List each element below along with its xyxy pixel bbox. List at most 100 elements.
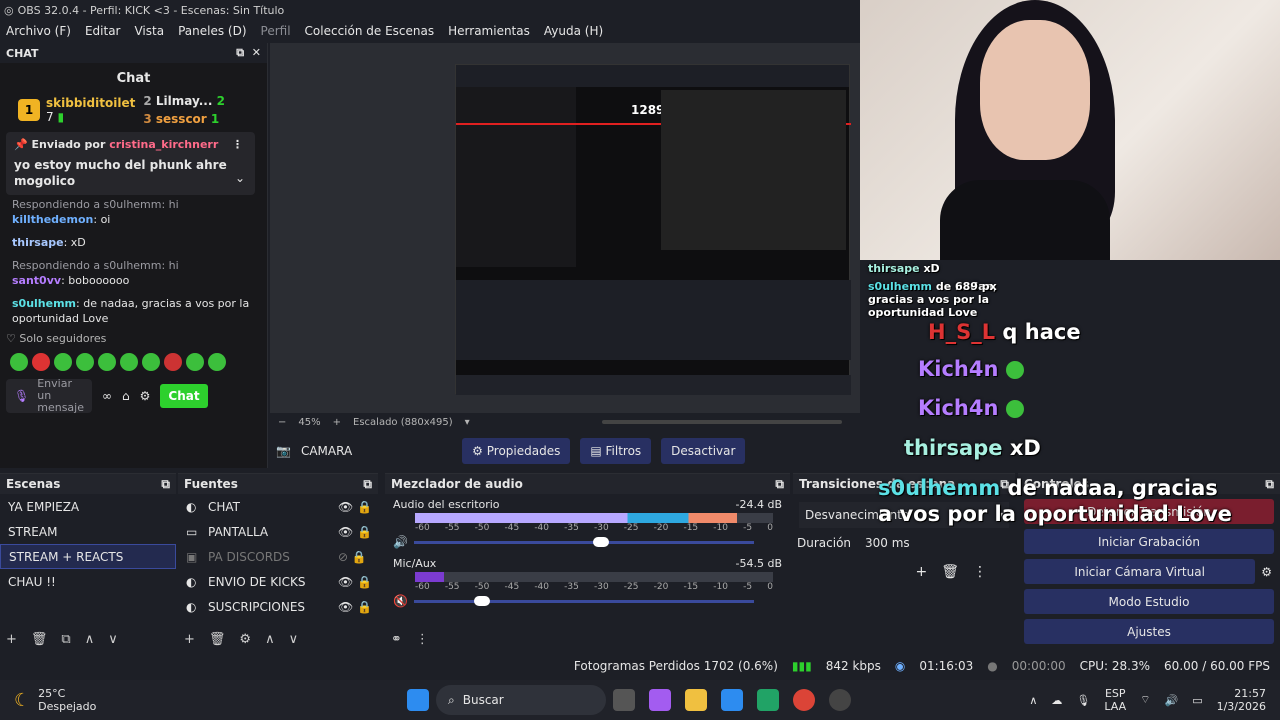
chevron-down-icon[interactable]: ▾ [465,417,470,428]
up-icon[interactable]: ∧ [85,632,95,647]
menu-paneles[interactable]: Paneles (D) [178,24,246,38]
filter-icon[interactable]: ⧉ [61,632,70,647]
add-icon[interactable]: + [184,632,195,647]
chat-user[interactable]: sant0vv [12,274,61,287]
clock[interactable]: 21:57 1/3/2026 [1217,687,1266,713]
trash-icon[interactable]: 🗑 [31,632,48,647]
source-item[interactable]: ▭ PANTALLA 👁 🔒 [178,519,378,544]
menu-perfil[interactable]: Perfil [261,24,291,38]
emote-icon[interactable] [208,353,226,371]
eye-icon[interactable]: 👁 🔒 [338,500,378,514]
emote-icon[interactable] [32,353,50,371]
menu-herramientas[interactable]: Herramientas [448,24,530,38]
volume-icon[interactable]: 🔊 [1164,694,1178,707]
menu-editar[interactable]: Editar [85,24,121,38]
add-icon[interactable]: + [915,564,927,580]
gear-icon[interactable]: ⚙ [1261,565,1272,579]
pinned-by-user[interactable]: cristina_kirchnerr [109,138,218,151]
link-icon[interactable]: ⚭ [391,632,402,647]
eye-hidden-icon[interactable]: ⊘ 🔒 [338,550,378,564]
eye-icon[interactable]: 👁 🔒 [338,600,378,614]
emote-icon[interactable] [10,353,28,371]
chat-user[interactable]: killthedemon [12,213,93,226]
source-item[interactable]: ◐ ENVIO DE KICKS 👁 🔒 [178,569,378,594]
wifi-icon[interactable]: ⌔ [1140,693,1150,707]
undock-icon[interactable]: ⧉ [775,477,784,492]
down-icon[interactable]: ∨ [289,632,299,647]
obs-icon[interactable] [829,689,851,711]
source-item[interactable]: ▣ PA DISCORDS ⊘ 🔒 [178,544,378,569]
undock-icon[interactable]: ⧉ [1265,477,1274,492]
emote-icon[interactable] [186,353,204,371]
volume-slider[interactable] [413,595,754,606]
cloud-icon[interactable]: ☁ [1051,694,1062,707]
start-virtual-camera-button[interactable]: Iniciar Cámara Virtual [1024,559,1256,584]
more-icon[interactable]: ⋮ [416,632,429,647]
close-icon[interactable]: ✕ [252,46,261,59]
taskbar-search[interactable]: ⌕ Buscar [436,685,606,715]
volume-slider[interactable] [413,536,754,547]
copilot-icon[interactable] [649,689,671,711]
emote-icon[interactable] [120,353,138,371]
studio-mode-button[interactable]: Modo Estudio [1024,589,1274,614]
excel-icon[interactable] [757,689,779,711]
settings-button[interactable]: Ajustes [1024,619,1274,644]
trash-icon[interactable]: 🗑 [209,632,226,647]
preview-scrollbar[interactable] [601,420,842,424]
emote-icon[interactable] [98,353,116,371]
more-icon[interactable]: ⋮ [973,564,987,580]
emote-icon[interactable] [54,353,72,371]
start-recording-button[interactable]: Iniciar Grabación [1024,529,1274,554]
deactivate-button[interactable]: Desactivar [661,438,746,464]
undock-icon[interactable]: ⧉ [161,477,170,492]
gear-icon[interactable]: ⚙ [140,389,151,403]
menu-ayuda[interactable]: Ayuda (H) [544,24,603,38]
send-chat-button[interactable]: Chat [160,384,208,408]
emote-icon[interactable] [142,353,160,371]
mic-icon[interactable]: 🎙 [14,389,29,403]
scene-item-selected[interactable]: STREAM + REACTS [0,544,176,569]
chat-input[interactable]: 🎙 Enviar un mensaje [6,378,92,414]
gear-icon[interactable]: ⚙ [239,632,251,647]
leader-name[interactable]: skibbiditoilet [46,96,135,110]
input-language[interactable]: ESP LAA [1104,687,1126,713]
chevron-down-icon[interactable]: ⌄ [235,171,245,185]
scene-item[interactable]: CHAU !! [0,569,176,594]
scene-item[interactable]: YA EMPIEZA [0,494,176,519]
battery-icon[interactable]: ▭ [1192,694,1202,707]
undock-icon[interactable]: ⧉ [363,477,372,492]
duration-input[interactable]: 300 ms [865,536,910,550]
speaker-icon[interactable]: 🔊 [393,535,408,549]
emoji-icon[interactable]: ∞ [102,389,112,403]
windows-start-icon[interactable] [407,689,429,711]
scale-select[interactable]: Escalado (880x495) [353,417,453,428]
source-item[interactable]: ◐ CHAT 👁 🔒 [178,494,378,519]
up-icon[interactable]: ∧ [265,632,275,647]
file-explorer-icon[interactable] [685,689,707,711]
app-icon[interactable] [721,689,743,711]
chat-user[interactable]: s0ulhemm [12,297,76,310]
muted-speaker-icon[interactable]: 🔇 [393,594,408,608]
eye-icon[interactable]: 👁 🔒 [338,575,378,589]
mic-icon[interactable]: 🎙 [1076,694,1090,707]
leader-name[interactable]: sesscor [156,112,207,126]
trash-icon[interactable]: 🗑 [941,564,959,580]
properties-button[interactable]: ⚙ Propiedades [462,438,571,464]
filters-button[interactable]: ▤ Filtros [580,438,652,464]
source-item[interactable]: ◐ SUSCRIPCIONES 👁 🔒 [178,594,378,619]
add-icon[interactable]: + [6,632,17,647]
volume-knob[interactable] [592,536,609,547]
task-view-icon[interactable] [613,689,635,711]
zoom-in-icon[interactable]: + [333,417,341,428]
leader-name[interactable]: Lilmay... [156,94,213,108]
zoom-out-icon[interactable]: − [278,417,286,428]
menu-archivo[interactable]: Archivo (F) [6,24,71,38]
eye-icon[interactable]: 👁 🔒 [338,525,378,539]
weather-widget[interactable]: ☾ 25°C Despejado [0,687,400,713]
undock-icon[interactable]: ⧉ [236,46,244,59]
chat-user[interactable]: thirsape [12,236,64,249]
emote-icon[interactable] [76,353,94,371]
volume-knob[interactable] [473,595,490,606]
store-icon[interactable]: ⌂ [122,389,130,403]
menu-coleccion[interactable]: Colección de Escenas [305,24,435,38]
